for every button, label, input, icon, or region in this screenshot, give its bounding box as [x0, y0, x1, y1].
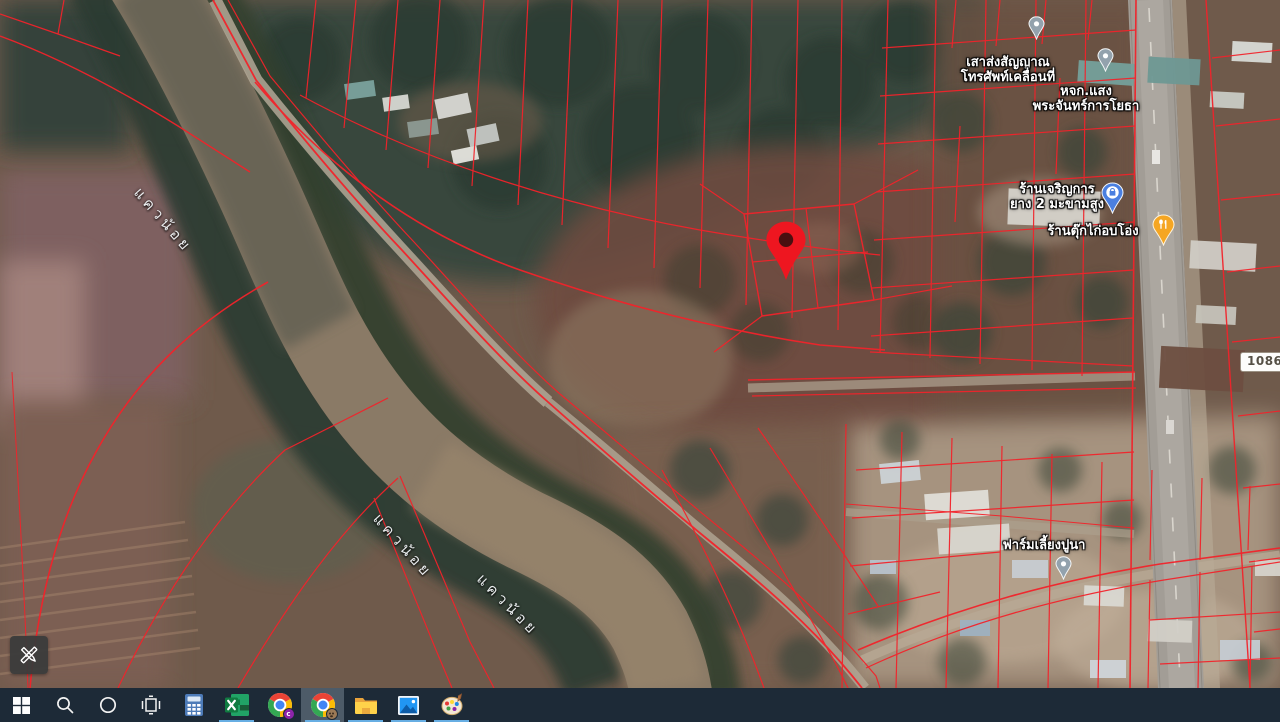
calculator-icon [183, 693, 205, 717]
avatar-badge [326, 708, 338, 720]
task-view-button[interactable] [129, 688, 172, 722]
poi-label-line: ร้านตุ๊กไก่อบโอ่ง [1047, 224, 1138, 239]
taskbar-search-button[interactable] [43, 688, 86, 722]
task-view-icon [141, 695, 161, 715]
poi-label-line: เสาส่งสัญญาณ [961, 55, 1055, 70]
taskbar-paint3d-button[interactable] [430, 688, 473, 722]
blue-shopping-pin[interactable] [1101, 182, 1124, 214]
chrome-icon: c [268, 693, 292, 717]
map-edit-tools-button[interactable] [10, 636, 48, 674]
taskbar-chrome-active-button[interactable] [301, 688, 344, 722]
windows-taskbar: c [0, 688, 1280, 722]
poi-label-line: ร้านเจริญการ [1010, 182, 1104, 197]
taskbar-photos-button[interactable] [387, 688, 430, 722]
cortana-icon [98, 695, 118, 715]
taskbar-chrome-profile-button[interactable]: c [258, 688, 301, 722]
poi-label-tire-shop[interactable]: ร้านเจริญการ ยาง 2 มะขามสูง [1010, 182, 1104, 212]
gray-poi-pin[interactable] [1055, 556, 1072, 580]
poi-label-crab-farm[interactable]: ฟาร์มเลี้ยงปูนา [1003, 538, 1086, 553]
file-explorer-icon [354, 695, 378, 715]
poi-label-civil-works[interactable]: หจก.แสง พระจันทร์การโยธา [1033, 84, 1140, 114]
poi-label-line: หจก.แสง [1033, 84, 1140, 99]
gray-poi-pin[interactable] [1097, 48, 1114, 72]
poi-label-line: ฟาร์มเลี้ยงปูนา [1003, 538, 1086, 553]
search-icon [55, 695, 75, 715]
windows-logo-icon [13, 697, 30, 714]
poi-label-line: ยาง 2 มะขามสูง [1010, 197, 1104, 212]
desktop-screen: แควน้อย แควน้อย แควน้อย เสาส่งสัญญาณ โทร… [0, 0, 1280, 722]
photos-icon [397, 694, 420, 717]
taskbar-calculator-button[interactable] [172, 688, 215, 722]
poi-label-line: พระจันทร์การโยธา [1033, 99, 1140, 114]
paint3d-icon [440, 693, 464, 717]
profile-badge: c [283, 708, 295, 720]
poi-label-restaurant[interactable]: ร้านตุ๊กไก่อบโอ่ง [1047, 224, 1138, 239]
poi-label-line: โทรศัพท์เคลื่อนที่ [961, 70, 1055, 85]
cortana-button[interactable] [86, 688, 129, 722]
satellite-map[interactable]: แควน้อย แควน้อย แควน้อย เสาส่งสัญญาณ โทร… [0, 0, 1280, 688]
gray-poi-pin[interactable] [1028, 16, 1045, 40]
pencil-ruler-icon [18, 644, 40, 666]
poi-label-cell-tower[interactable]: เสาส่งสัญญาณ โทรศัพท์เคลื่อนที่ [961, 55, 1055, 85]
taskbar-excel-button[interactable] [215, 688, 258, 722]
chrome-icon [311, 693, 335, 717]
taskbar-file-explorer-button[interactable] [344, 688, 387, 722]
orange-food-pin[interactable] [1152, 214, 1175, 246]
start-button[interactable] [0, 688, 43, 722]
excel-icon [225, 694, 249, 716]
route-badge: 1086 [1240, 352, 1280, 372]
red-location-pin[interactable] [762, 220, 810, 282]
